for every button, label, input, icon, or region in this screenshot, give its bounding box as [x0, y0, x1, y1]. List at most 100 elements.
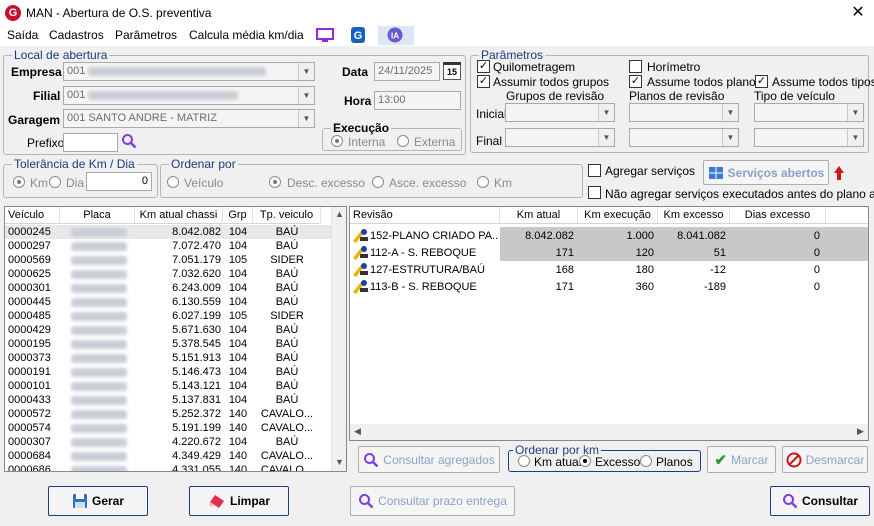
table-cell: 8.042.082: [525, 230, 574, 242]
limpar-button[interactable]: Limpar: [189, 486, 289, 516]
final-label: Final: [476, 134, 503, 148]
col-grp[interactable]: Grp: [223, 207, 253, 224]
table-cell: 7.051.179: [172, 254, 221, 266]
table-cell: -12: [710, 264, 726, 276]
tipo-final-combo[interactable]: ▼: [754, 128, 864, 147]
hora-input[interactable]: 13:00: [374, 91, 461, 110]
filial-combo[interactable]: 001 ▼: [63, 86, 315, 105]
km-atual-radio[interactable]: [518, 455, 530, 467]
search-icon[interactable]: [121, 133, 137, 149]
table-cell: 104: [228, 436, 248, 448]
excesso-radio[interactable]: [579, 455, 591, 467]
vehicles-grid[interactable]: Veículo Placa Km atual chassi Grp Tp. ve…: [4, 206, 347, 472]
plano-final-combo[interactable]: ▼: [629, 128, 739, 147]
table-cell: 104: [228, 296, 248, 308]
horimetro-checkbox[interactable]: [629, 60, 642, 73]
monitor-icon[interactable]: [316, 27, 334, 43]
consultar-prazo-button[interactable]: Consultar prazo entrega: [350, 486, 515, 516]
grupo-final-combo[interactable]: ▼: [505, 128, 615, 147]
scroll-up-icon[interactable]: ▲: [332, 209, 346, 219]
col-placa[interactable]: Placa: [60, 207, 135, 224]
ordenar-veiculo-radio[interactable]: [167, 176, 179, 188]
ordenar-km-radio[interactable]: [477, 176, 489, 188]
col-km-execucao[interactable]: Km execução: [578, 207, 658, 224]
placa-redacted: [71, 410, 127, 419]
table-cell: 104: [228, 394, 248, 406]
table-cell: 5.146.473: [172, 366, 221, 378]
scroll-down-icon[interactable]: ▼: [332, 457, 346, 467]
col-km-atual-chassi[interactable]: Km atual chassi: [135, 207, 223, 224]
assumir-grupos-checkbox[interactable]: ✓: [477, 75, 490, 88]
table-cell: SIDER: [270, 254, 304, 266]
assume-planos-checkbox[interactable]: ✓: [629, 75, 642, 88]
ordenar-asce-radio[interactable]: [372, 176, 384, 188]
revisions-hscrollbar[interactable]: ◀ ▶: [350, 424, 868, 440]
scroll-right-icon[interactable]: ▶: [857, 426, 864, 437]
ordenar-veiculo-label: Veículo: [184, 176, 224, 190]
desmarcar-button[interactable]: Desmarcar: [782, 446, 868, 473]
prefixo-input[interactable]: [63, 133, 118, 152]
table-cell: 152-PLANO CRIADO PA...: [370, 230, 498, 242]
chevron-down-icon[interactable]: ▼: [298, 63, 314, 80]
dia-radio[interactable]: [49, 176, 61, 188]
scroll-left-icon[interactable]: ◀: [354, 426, 361, 437]
grupo-inicial-combo[interactable]: ▼: [505, 103, 615, 122]
tipo-label: Tipo de veículo: [754, 89, 835, 103]
close-icon[interactable]: ✕: [848, 3, 868, 23]
interna-radio[interactable]: [331, 135, 343, 147]
window-title: MAN - Abertura de O.S. preventiva: [26, 6, 212, 20]
assume-tipos-checkbox[interactable]: ✓: [755, 75, 768, 88]
placa-redacted: [71, 312, 127, 321]
table-cell: 4.349.429: [172, 450, 221, 462]
nao-agregar-checkbox[interactable]: [588, 186, 601, 199]
data-label: Data: [342, 65, 369, 79]
consultar-agregados-button[interactable]: Consultar agregados: [358, 446, 500, 473]
ordenar-desc-radio[interactable]: [269, 176, 281, 188]
garagem-combo[interactable]: 001 SANTO ANDRE - MATRIZ ▼: [63, 109, 315, 128]
gerar-button[interactable]: Gerar: [48, 486, 148, 516]
table-cell: 6.243.009: [172, 282, 221, 294]
quilometragem-checkbox[interactable]: ✓: [477, 60, 490, 73]
ordenar-km-label: Km: [494, 176, 512, 190]
plano-inicial-combo[interactable]: ▼: [629, 103, 739, 122]
col-dias-excesso[interactable]: Dias excesso: [730, 207, 826, 224]
tipo-inicial-combo[interactable]: ▼: [754, 103, 864, 122]
table-cell: 113-B - S. REBOQUE: [370, 281, 477, 293]
agregar-checkbox[interactable]: [588, 164, 601, 177]
menu-saida[interactable]: Saída: [7, 28, 38, 42]
col-revisao[interactable]: Revisão: [350, 207, 500, 224]
table-cell: 7.032.620: [172, 268, 221, 280]
local-abertura-legend: Local de abertura: [14, 48, 108, 62]
ia-button[interactable]: IA: [378, 26, 414, 45]
col-tp-veiculo[interactable]: Tp. veiculo: [253, 207, 321, 224]
placa-redacted: [71, 396, 127, 405]
externa-radio[interactable]: [397, 135, 409, 147]
table-cell: 104: [228, 352, 248, 364]
col-km-excesso[interactable]: Km excesso: [658, 207, 730, 224]
calendar-icon[interactable]: 15: [443, 62, 461, 80]
planos-radio[interactable]: [640, 455, 652, 467]
revisions-grid[interactable]: Revisão Km atual Km execução Km excesso …: [349, 206, 869, 441]
tolerancia-input[interactable]: 0: [86, 172, 152, 191]
placa-redacted: [71, 466, 127, 471]
inicial-label: Inicial: [476, 107, 507, 121]
chevron-down-icon[interactable]: ▼: [298, 110, 314, 127]
empresa-combo[interactable]: 001 ▼: [63, 62, 315, 81]
menu-cadastros[interactable]: Cadastros: [49, 28, 104, 42]
table-cell: 8.041.082: [677, 230, 726, 242]
g-logo-icon[interactable]: G: [349, 27, 367, 43]
menu-calcula-media[interactable]: Calcula média km/dia: [189, 28, 304, 42]
col-veiculo[interactable]: Veículo: [5, 207, 60, 224]
consultar-button[interactable]: Consultar: [770, 486, 870, 516]
table-cell: 6.027.199: [172, 310, 221, 322]
search-icon: [359, 494, 374, 509]
chevron-down-icon[interactable]: ▼: [298, 87, 314, 104]
vehicles-scrollbar[interactable]: ▲ ▼: [331, 207, 346, 471]
table-cell: 5.137.831: [172, 394, 221, 406]
menu-parametros[interactable]: Parâmetros: [115, 28, 177, 42]
km-radio[interactable]: [13, 176, 25, 188]
data-input[interactable]: 24/11/2025: [374, 62, 440, 81]
marcar-button[interactable]: ✔ Marcar: [707, 446, 776, 473]
servicos-abertos-button[interactable]: Serviços abertos: [703, 160, 829, 185]
col-km-atual[interactable]: Km atual: [500, 207, 578, 224]
